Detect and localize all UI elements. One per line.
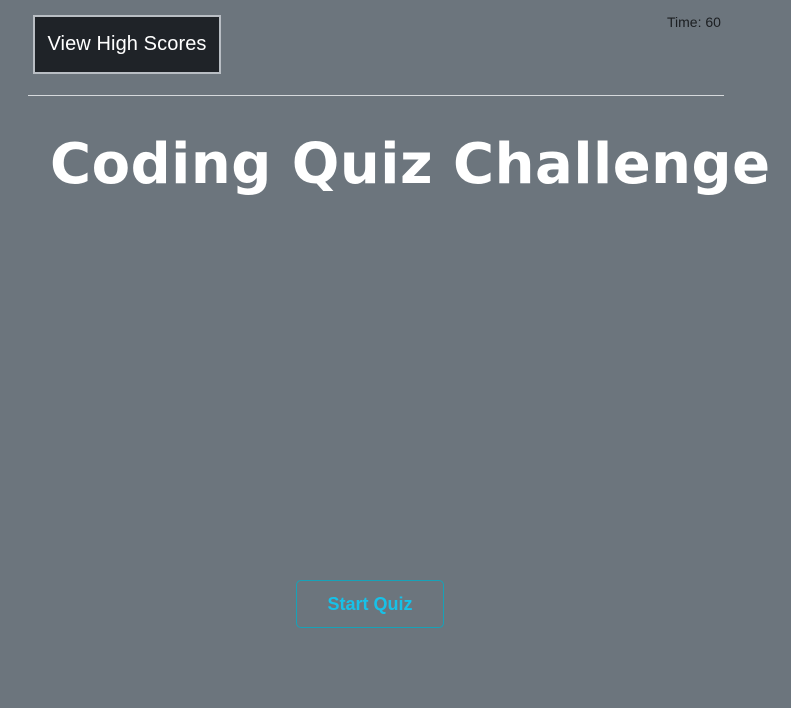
header-divider xyxy=(28,95,724,96)
page-title: Coding Quiz Challenge xyxy=(50,132,771,197)
start-quiz-button[interactable]: Start Quiz xyxy=(296,580,444,628)
view-high-scores-button[interactable]: View High Scores xyxy=(33,15,221,74)
timer-text: Time: 60 xyxy=(667,14,721,30)
